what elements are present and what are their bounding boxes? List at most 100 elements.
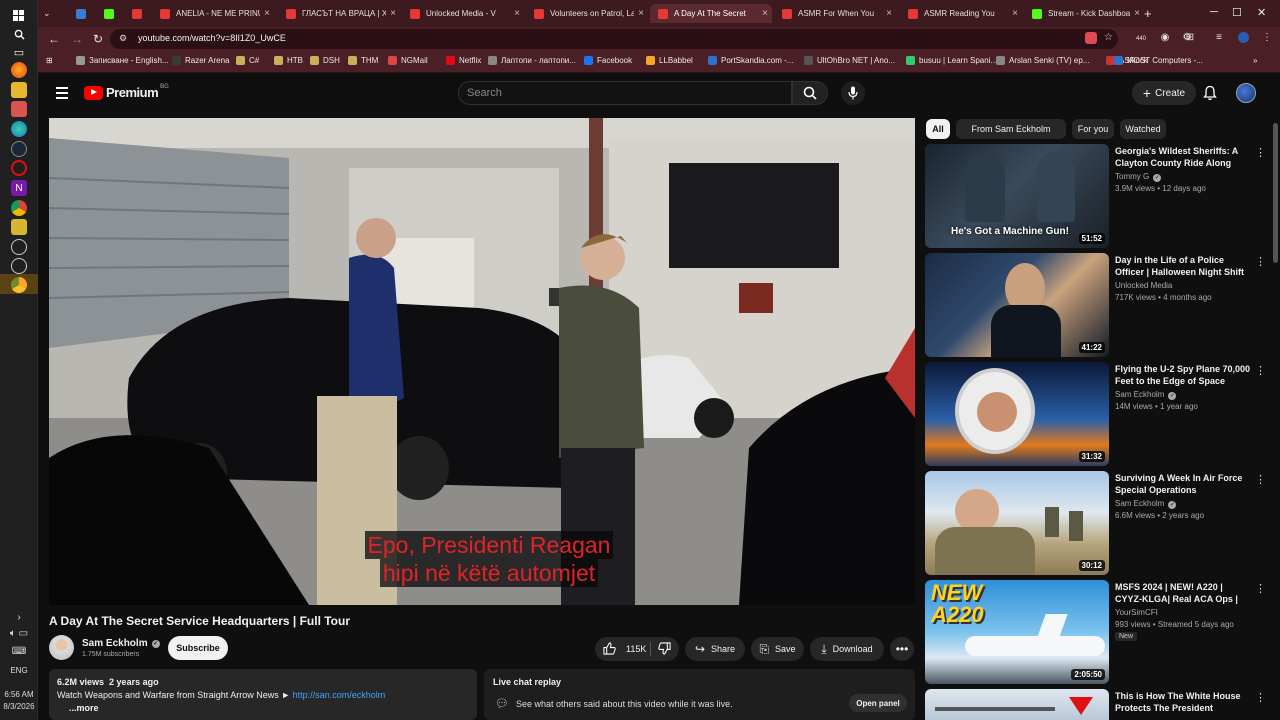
account-avatar[interactable] <box>1236 83 1256 103</box>
browser-tab[interactable]: A Day At The Secret × <box>650 4 772 23</box>
recommended-title[interactable]: MSFS 2024 | NEW! A220 | CYYZ-KLGA| Real … <box>1115 581 1251 605</box>
recommended-channel[interactable]: Unlocked Media <box>1115 281 1172 290</box>
more-vertical-icon[interactable]: ⋮ <box>1255 146 1266 159</box>
recommended-title[interactable]: Surviving A Week In Air Force Special Op… <box>1115 472 1251 496</box>
site-info-icon[interactable]: ⚙ <box>119 33 127 44</box>
app-icon-circle[interactable] <box>11 239 27 255</box>
pinned-tab-3[interactable] <box>124 4 144 23</box>
app-icon-yellow[interactable] <box>11 219 27 235</box>
description-link[interactable]: http://san.com/eckholm <box>293 690 386 700</box>
clock-date[interactable]: 8/3/2026 <box>0 702 38 711</box>
hamburger-menu-icon[interactable] <box>56 87 68 102</box>
recommended-title[interactable]: Day in the Life of a Police Officer | Ha… <box>1115 254 1251 278</box>
save-button[interactable]: ⎘ Save <box>751 637 804 661</box>
recommended-channel[interactable]: Sam Eckholm ✓ <box>1115 499 1177 509</box>
recommended-video[interactable]: This is How The White House Protects The… <box>925 689 1271 720</box>
onenote-icon[interactable]: N <box>11 180 27 196</box>
maximize-icon[interactable]: ☐ <box>1232 6 1242 19</box>
recommended-title[interactable]: Flying the U-2 Spy Plane 70,000 Feet to … <box>1115 363 1251 387</box>
extension-icon-2[interactable]: ◉ <box>1158 32 1172 46</box>
extension-badge-icon[interactable]: 440 <box>1134 32 1148 46</box>
filter-chip[interactable]: All <box>926 119 950 139</box>
youtube-premium-logo[interactable]: Premium BG <box>84 84 169 100</box>
subscribe-button[interactable]: Subscribe <box>168 636 228 660</box>
search-box[interactable] <box>458 81 792 105</box>
more-vertical-icon[interactable]: ⋮ <box>1255 364 1266 377</box>
scrollbar-thumb[interactable] <box>1273 123 1278 263</box>
keyboard-icon[interactable]: ⌨︎ <box>0 646 38 657</box>
recommended-title[interactable]: Georgia's Wildest Sheriffs: A Clayton Co… <box>1115 145 1251 169</box>
close-tab-icon[interactable]: × <box>510 8 524 19</box>
description-box[interactable]: 6.2M views 2 years ago Watch Weapons and… <box>49 669 477 720</box>
firefox-icon[interactable] <box>11 62 27 78</box>
video-thumbnail[interactable]: 30:12 <box>925 471 1109 575</box>
apps-grid-icon[interactable]: ⊞ <box>46 56 53 65</box>
download-button[interactable]: ⤓ Download <box>810 637 884 661</box>
profile-icon[interactable] <box>1236 32 1250 46</box>
recommended-video[interactable]: NEW A220 2:05:50 MSFS 2024 | NEW! A220 | C… <box>925 580 1271 684</box>
browser-tab[interactable]: Volunteers on Patrol, La × <box>526 4 648 23</box>
recommended-title[interactable]: This is How The White House Protects The… <box>1115 690 1251 714</box>
filter-chip[interactable]: Watched <box>1120 119 1166 139</box>
open-panel-button[interactable]: Open panel <box>849 694 907 712</box>
video-thumbnail[interactable]: NEW A220 2:05:50 <box>925 580 1109 684</box>
clock-time[interactable]: 6:56 AM <box>0 690 38 699</box>
chevron-right-icon[interactable]: › <box>0 612 38 623</box>
app-icon-steam[interactable] <box>11 141 27 157</box>
language-indicator[interactable]: ENG <box>0 666 38 675</box>
edge-icon[interactable] <box>11 121 27 137</box>
close-tab-icon[interactable]: × <box>882 8 896 19</box>
channel-avatar[interactable] <box>49 635 74 660</box>
search-input[interactable] <box>467 87 767 99</box>
recommended-video[interactable]: 31:32 Flying the U-2 Spy Plane 70,000 Fee… <box>925 362 1271 466</box>
bookmark-item[interactable]: Razer Arena <box>172 56 229 65</box>
bookmark-item[interactable]: Лаптопи - лаптопи... <box>488 56 576 65</box>
search-icon[interactable] <box>11 26 27 42</box>
like-button[interactable]: 115K <box>603 642 646 655</box>
more-actions-button[interactable]: ••• <box>890 637 914 661</box>
browser-tab[interactable]: ASMR Reading You × <box>900 4 1022 23</box>
omnibox[interactable]: ⚙ youtube.com/watch?v=8Il1Z0_UwCE ☆ <box>110 29 1118 49</box>
dislike-button[interactable] <box>658 642 671 660</box>
bookmark-star-icon[interactable]: ☆ <box>1104 32 1113 43</box>
share-button[interactable]: ↪ Share <box>685 637 745 661</box>
video-thumbnail[interactable]: 41:22 <box>925 253 1109 357</box>
bookmark-item[interactable]: Facebook <box>584 56 632 65</box>
channel-name[interactable]: Sam Eckholm ✓ <box>82 638 160 649</box>
bookmark-item[interactable]: LLBabbel <box>646 56 693 65</box>
bookmark-item[interactable]: busuu | Learn Spani... <box>906 56 997 65</box>
voice-search-button[interactable] <box>841 81 865 105</box>
bookmark-item[interactable]: DSH <box>310 56 340 65</box>
reload-icon[interactable]: ↻ <box>93 32 103 46</box>
recommended-video[interactable]: He's Got a Machine Gun! 51:52 Georgia's Wi… <box>925 144 1271 248</box>
close-tab-icon[interactable]: × <box>260 8 274 19</box>
url-text[interactable]: youtube.com/watch?v=8Il1Z0_UwCE <box>138 33 286 43</box>
bookmark-item[interactable]: MOST Computers -... <box>1114 56 1203 65</box>
browser-tab[interactable]: Unlocked Media - V × <box>402 4 524 23</box>
puzzle-icon[interactable]: ⊞ <box>1183 32 1197 46</box>
more-vertical-icon[interactable]: ⋮ <box>1255 473 1266 486</box>
chrome-canary-icon[interactable] <box>11 277 27 293</box>
volume-icon[interactable]: 🔈︎ ▭ <box>0 628 38 639</box>
more-vertical-icon[interactable]: ⋮ <box>1255 691 1266 704</box>
video-player[interactable]: Epo, Presidenti Reagan hipi në këtë auto… <box>49 118 915 605</box>
bookmark-item[interactable]: PortSkandia.com -... <box>708 56 793 65</box>
bookmark-item[interactable]: HTB <box>274 56 303 65</box>
browser-tab[interactable]: ASMR For When You × <box>774 4 896 23</box>
pinned-tab-1[interactable] <box>68 4 88 23</box>
recommended-channel[interactable]: YourSimCFI <box>1115 608 1158 617</box>
bookmark-item[interactable]: Netflix <box>446 56 481 65</box>
video-thumbnail[interactable] <box>925 689 1109 720</box>
app-icon-photos[interactable] <box>11 101 27 117</box>
video-thumbnail[interactable]: 31:32 <box>925 362 1109 466</box>
browser-tab[interactable]: ГЛАСЪТ НА ВРАЦА | Хл × <box>278 4 400 23</box>
recommended-video[interactable]: 41:22 Day in the Life of a Police Officer… <box>925 253 1271 357</box>
close-tab-icon[interactable]: × <box>758 8 772 19</box>
opera-icon[interactable] <box>11 160 27 176</box>
cast-icon[interactable] <box>1085 32 1097 44</box>
tab-list-button[interactable]: ⌄ <box>40 4 54 23</box>
app-icon-clock[interactable] <box>11 258 27 274</box>
close-window-icon[interactable]: ✕ <box>1257 6 1266 19</box>
more-vertical-icon[interactable]: ⋮ <box>1255 255 1266 268</box>
filter-chip[interactable]: For you <box>1072 119 1114 139</box>
